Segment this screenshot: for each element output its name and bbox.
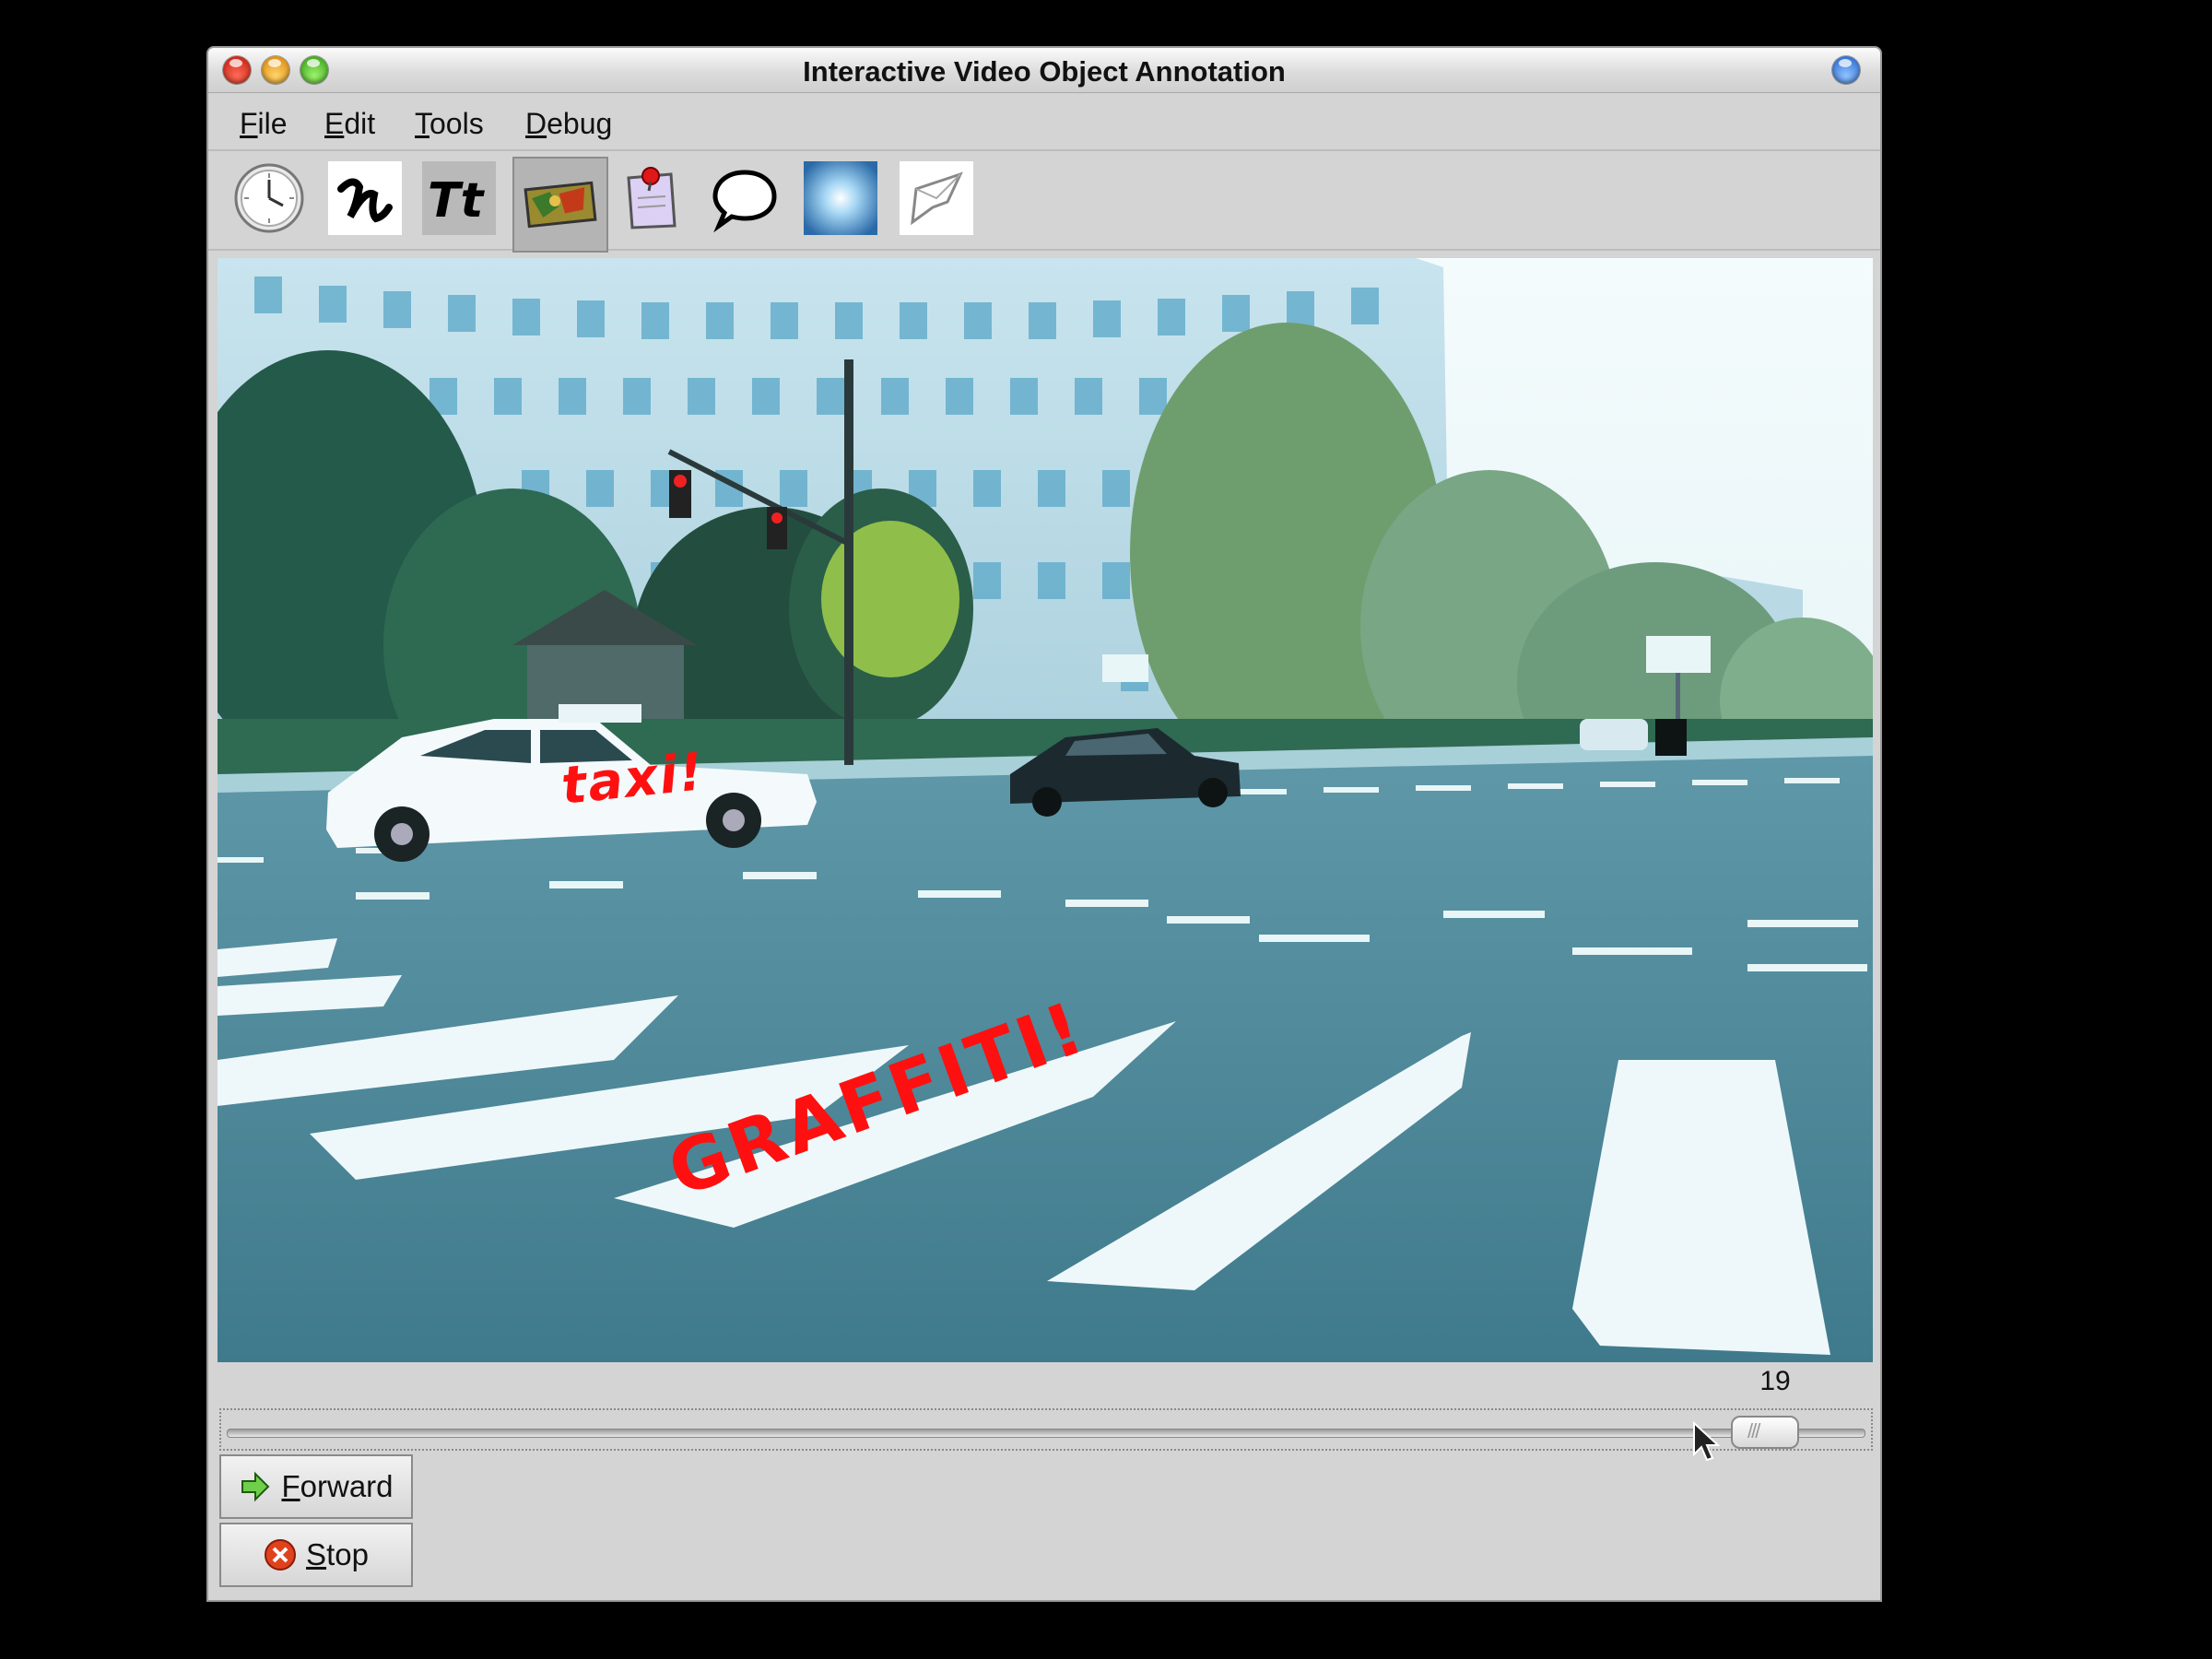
menu-bar: File Edit Tools Debug (208, 92, 1880, 151)
stop-button[interactable]: Stop (219, 1523, 413, 1587)
pinned-note-icon[interactable] (614, 160, 688, 236)
stop-label: Stop (306, 1537, 369, 1571)
menu-tools[interactable]: Tools (415, 107, 484, 141)
title-bar: Interactive Video Object Annotation (208, 48, 1880, 93)
freehand-draw-icon[interactable] (328, 160, 402, 236)
forward-label: Forward (281, 1469, 394, 1503)
toolbar-toggle-button[interactable] (1832, 56, 1860, 84)
mouse-cursor-icon (1693, 1421, 1720, 1462)
app-window: Interactive Video Object Annotation File… (206, 46, 1882, 1602)
slider-thumb[interactable] (1731, 1416, 1799, 1449)
menu-edit[interactable]: Edit (324, 107, 375, 141)
forward-button[interactable]: Forward (219, 1454, 413, 1519)
svg-text:Tt: Tt (428, 173, 485, 229)
slider-track[interactable] (227, 1429, 1865, 1438)
speech-bubble-icon[interactable] (708, 160, 782, 236)
forward-arrow-icon (241, 1471, 270, 1502)
texture-paint-icon[interactable] (512, 157, 608, 253)
timeline-slider[interactable] (219, 1408, 1873, 1451)
stop-icon (265, 1539, 297, 1571)
toolbar: Tt (208, 151, 1880, 253)
video-frame[interactable] (218, 258, 1873, 1362)
frame-number: 19 (1759, 1366, 1791, 1396)
text-tool-icon[interactable]: Tt (422, 160, 496, 236)
shape-sketch-icon[interactable] (900, 160, 973, 236)
glow-effect-icon[interactable] (804, 160, 877, 236)
window-title: Interactive Video Object Annotation (803, 55, 1286, 88)
menu-debug[interactable]: Debug (525, 107, 612, 141)
clock-icon[interactable] (232, 160, 306, 236)
menu-file[interactable]: File (240, 107, 288, 141)
